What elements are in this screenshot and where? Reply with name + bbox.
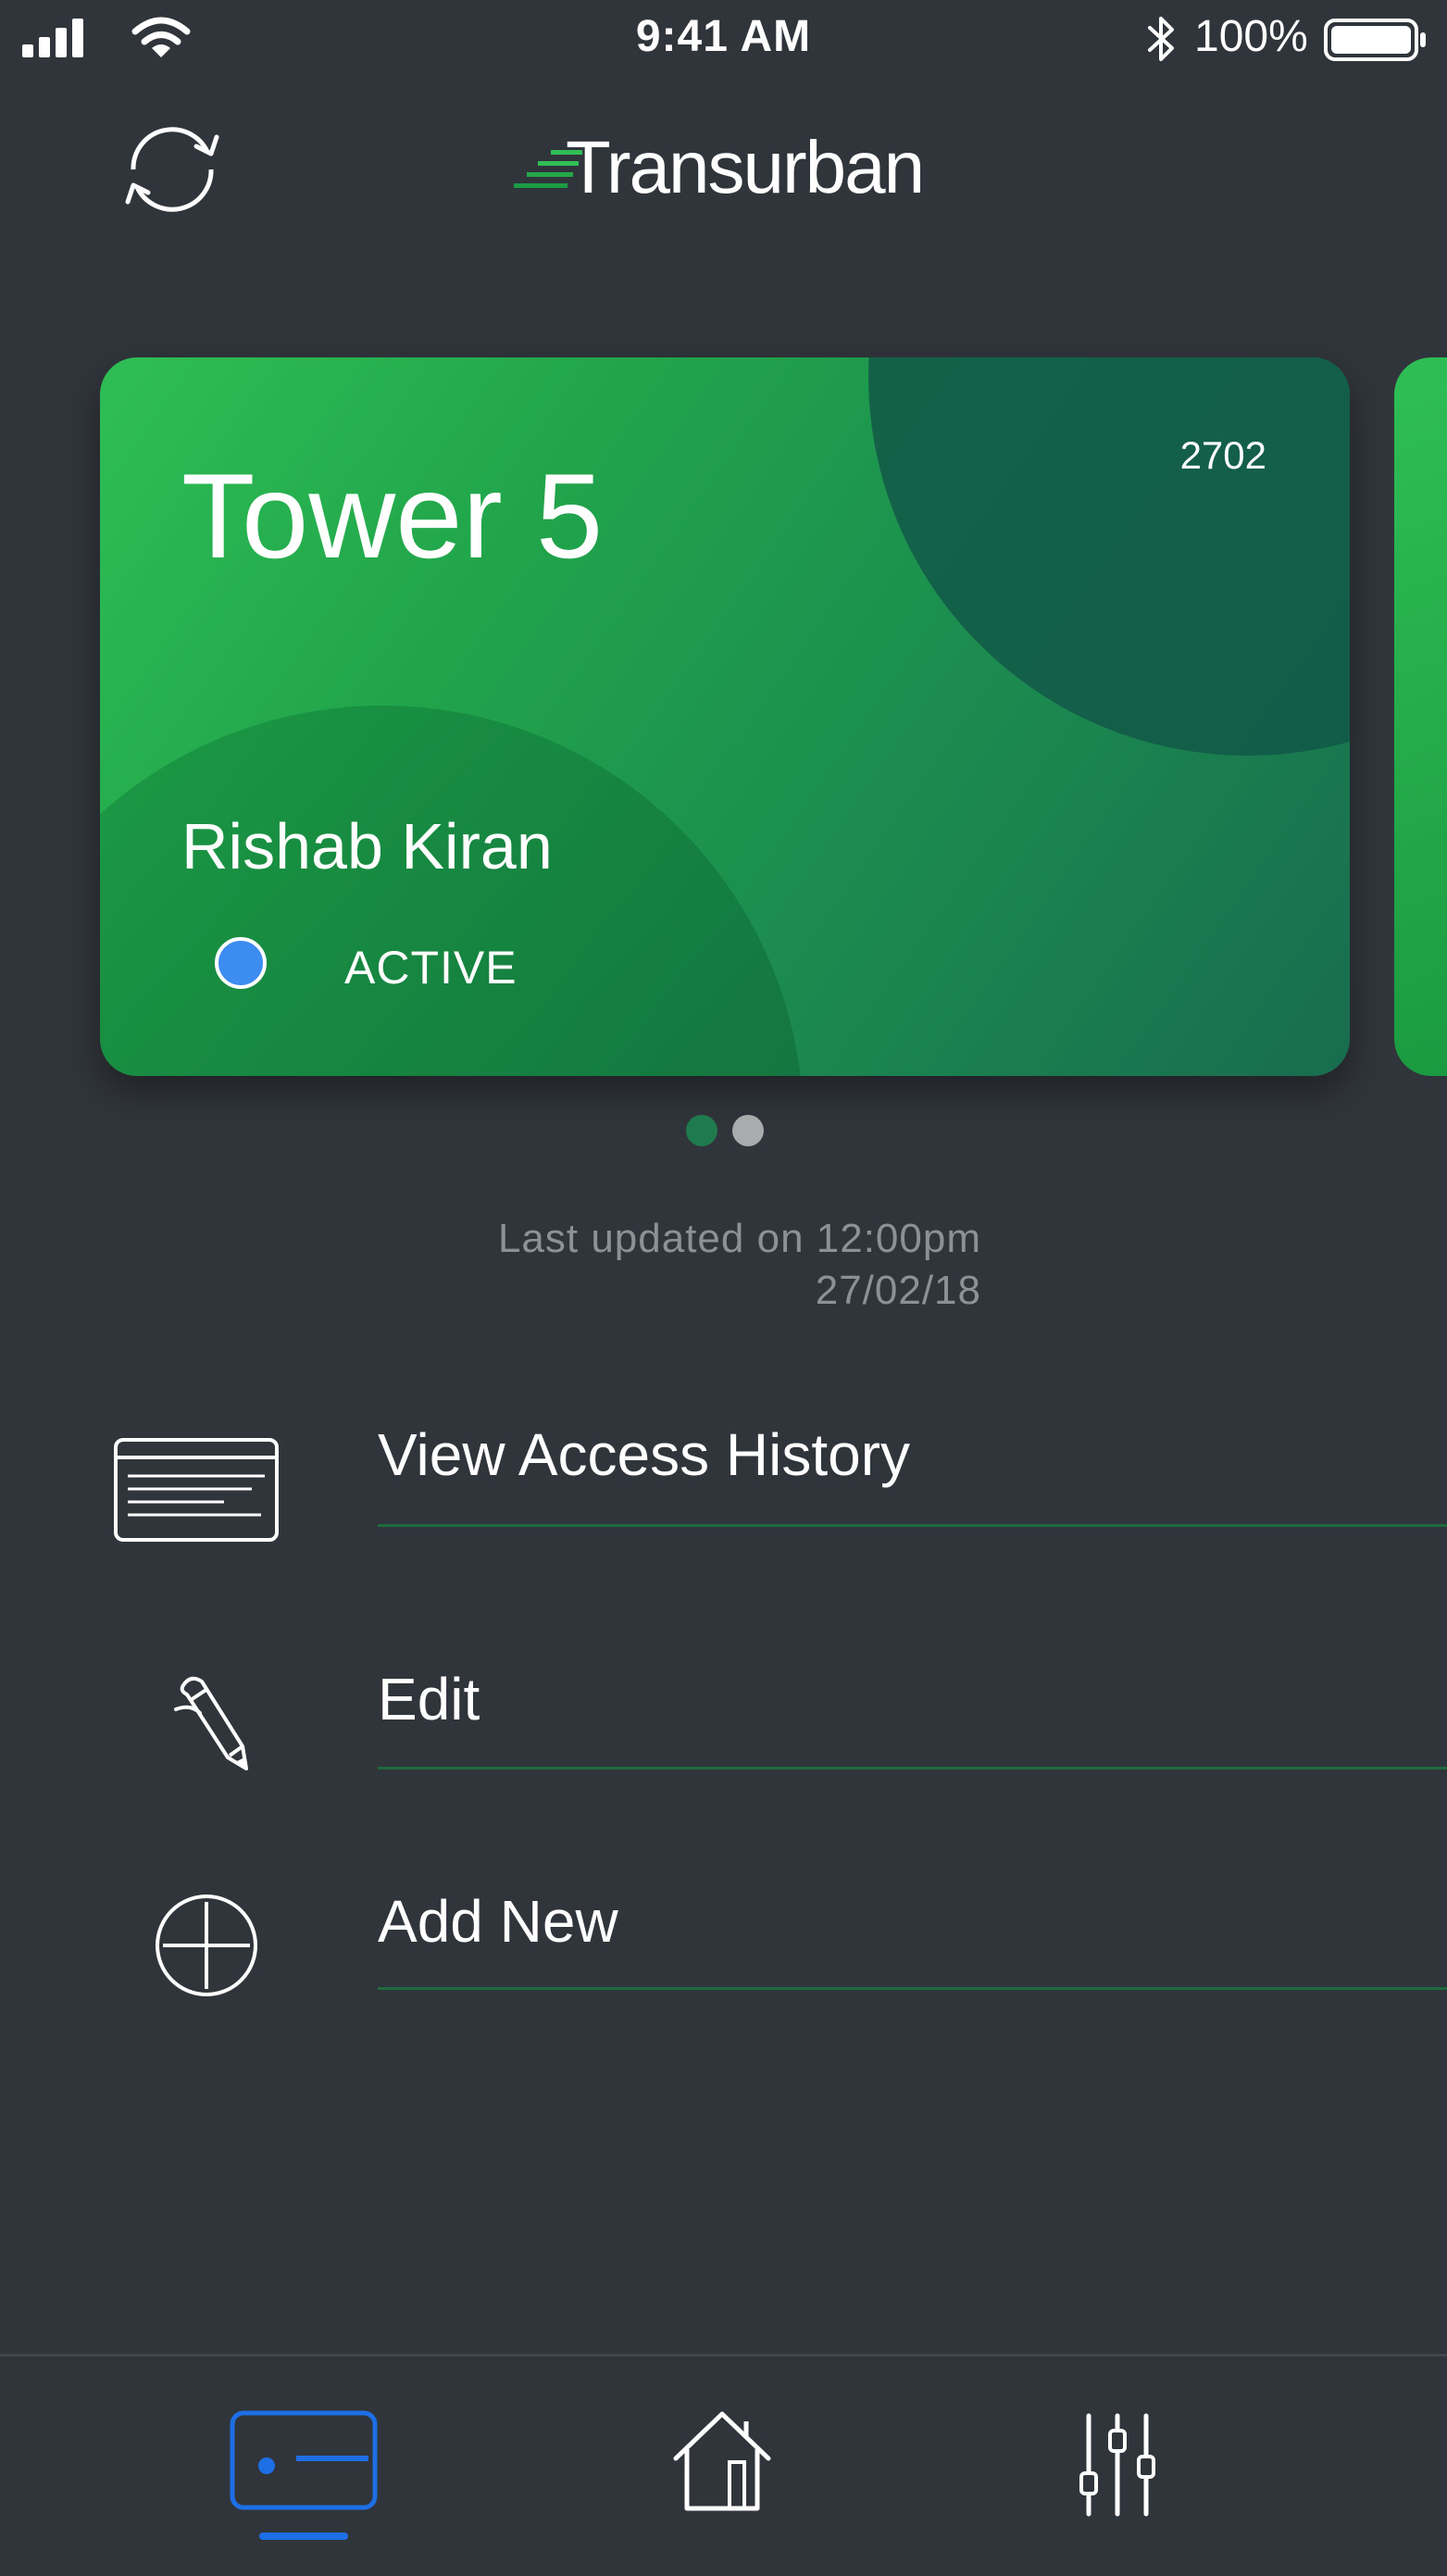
last-updated: Last updated on 12:00pm 27/02/18 [278, 1213, 981, 1317]
card-number: 2702 [1179, 433, 1266, 477]
plus-circle-icon [156, 1894, 257, 1996]
refresh-icon [125, 127, 219, 212]
tab-settings[interactable] [1065, 2357, 1166, 2542]
home-icon [673, 2411, 771, 2511]
tab-bar [0, 2354, 1447, 2576]
access-card[interactable]: 2702 Tower 5 Rishab Kiran ACTIVE [100, 357, 1350, 1076]
logo-text: Transurban [566, 126, 925, 208]
pager-dot-2[interactable] [732, 1115, 764, 1146]
menu-divider [378, 1524, 1447, 1527]
view-access-history-button[interactable]: View Access History [0, 1407, 1447, 1556]
sliders-icon [1079, 2413, 1155, 2517]
bluetooth-icon [1148, 17, 1174, 61]
status-dot-icon [215, 937, 267, 989]
tab-home[interactable] [657, 2357, 787, 2542]
next-card-peek[interactable] [1394, 357, 1447, 1076]
menu-divider [378, 1987, 1447, 1990]
battery-icon [1324, 19, 1426, 61]
card-holder-name: Rishab Kiran [181, 810, 553, 882]
last-updated-line1: Last updated on 12:00pm [497, 1216, 981, 1261]
carousel-pager [686, 1115, 764, 1148]
card-status: ACTIVE [344, 942, 518, 994]
add-new-button[interactable]: Add New [0, 1880, 1447, 2028]
pager-dot-1[interactable] [686, 1115, 717, 1146]
card-icon [230, 2410, 378, 2510]
menu-label-add: Add New [378, 1888, 618, 1955]
status-bar: 9:41 AM 100% [0, 0, 1447, 80]
edit-button[interactable]: Edit [0, 1657, 1447, 1806]
last-updated-line2: 27/02/18 [815, 1268, 981, 1313]
refresh-button[interactable] [115, 117, 230, 222]
brand-logo: Transurban [514, 126, 949, 209]
battery-percent: 100% [1194, 12, 1308, 61]
access-history-icon [114, 1438, 279, 1542]
menu-divider [378, 1767, 1447, 1769]
menu-label-history: View Access History [378, 1421, 910, 1488]
tab-cards[interactable] [222, 2357, 389, 2542]
active-tab-indicator [259, 2532, 348, 2540]
card-decoration-top [868, 357, 1350, 756]
menu-label-edit: Edit [378, 1666, 480, 1732]
card-title: Tower 5 [181, 448, 604, 583]
card-decoration-bottom [100, 706, 804, 1076]
pencil-icon [174, 1676, 248, 1770]
